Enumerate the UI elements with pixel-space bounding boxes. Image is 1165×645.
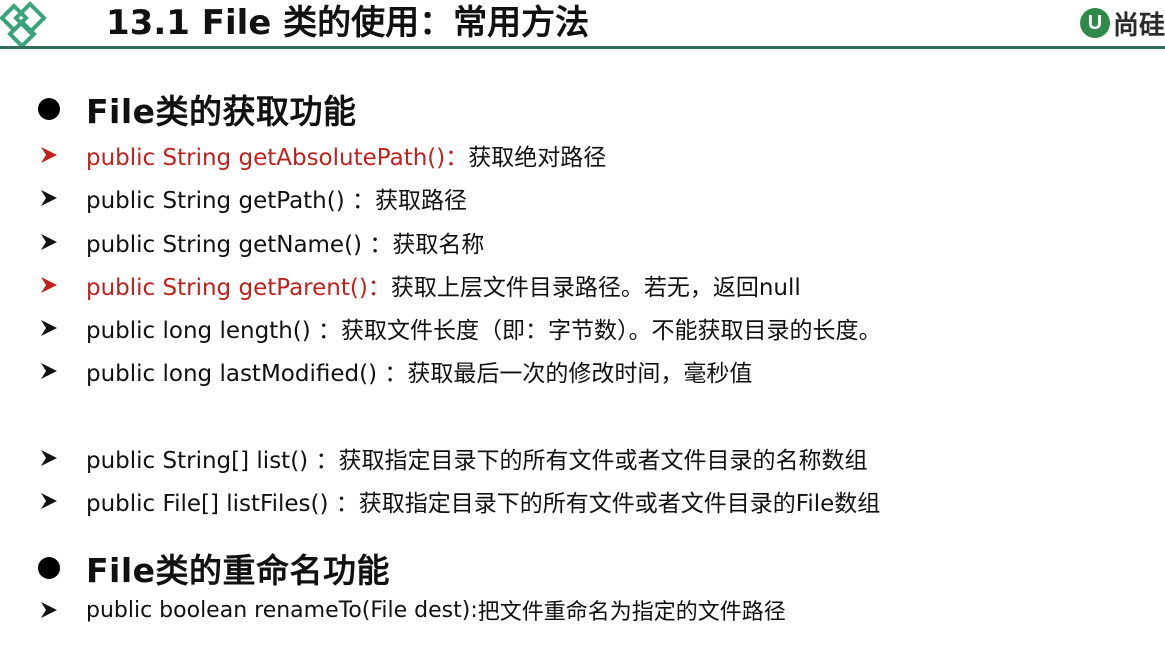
method-description: 获取绝对路径 xyxy=(468,145,607,171)
method-signature: public String getAbsolutePath()： xyxy=(86,145,469,171)
list-item: public String[] list() ： 获取指定目录下的所有文件或者文… xyxy=(40,440,867,476)
bullet-dot-icon xyxy=(38,98,60,120)
arrow-bullet-icon xyxy=(40,362,86,380)
arrow-bullet-icon xyxy=(40,276,86,294)
method-description: 获取路径 xyxy=(375,188,468,214)
arrow-bullet-icon xyxy=(40,233,86,251)
list-item: public boolean renameTo(File dest): 把文件重… xyxy=(40,592,786,628)
list-item: public File[] listFiles() ： 获取指定目录下的所有文件… xyxy=(40,483,880,519)
method-description: 获取最后一次的修改时间，毫秒值 xyxy=(407,361,753,387)
slide-header: 13.1 File 类的使用：常用方法 U 尚硅 xyxy=(0,0,1165,50)
method-signature: public File[] listFiles() ： xyxy=(86,491,359,517)
arrow-bullet-icon xyxy=(40,601,86,619)
method-signature: public String getName() ： xyxy=(86,232,393,258)
brand-badge-icon: U xyxy=(1079,8,1110,38)
method-description: 把文件重命名为指定的文件路径 xyxy=(477,600,786,625)
section-heading-label: File类的获取功能 xyxy=(86,92,357,131)
diamond-logo-icon xyxy=(0,1,47,49)
arrow-bullet-icon xyxy=(40,146,86,164)
slide-title: 13.1 File 类的使用：常用方法 xyxy=(106,3,590,43)
method-signature: public String getParent()： xyxy=(86,275,391,301)
list-item: public String getAbsolutePath()： 获取绝对路径 xyxy=(40,137,606,173)
arrow-bullet-icon xyxy=(40,319,86,337)
arrow-bullet-icon xyxy=(40,189,86,207)
method-signature: public boolean renameTo(File dest): xyxy=(86,597,478,623)
method-description: 获取上层文件目录路径。若无，返回null xyxy=(390,275,801,301)
list-item: public long length() ： 获取文件长度（即：字节数）。不能获… xyxy=(40,310,882,346)
brand-text: 尚硅 xyxy=(1112,10,1165,41)
header-divider xyxy=(0,46,1165,49)
section-heading-rename: File类的重命名功能 xyxy=(38,543,390,593)
list-item: public String getName() ： 获取名称 xyxy=(40,224,484,260)
list-item: public long lastModified() ： 获取最后一次的修改时间… xyxy=(40,353,752,389)
method-description: 获取文件长度（即：字节数）。不能获取目录的长度。 xyxy=(341,318,882,344)
brand-logo: U 尚硅 xyxy=(1079,4,1165,42)
method-signature: public String getPath() ： xyxy=(86,188,376,214)
method-description: 获取指定目录下的所有文件或者文件目录的名称数组 xyxy=(338,448,868,474)
method-description: 获取名称 xyxy=(392,232,485,258)
list-item: public String getPath() ： 获取路径 xyxy=(40,180,467,216)
method-description: 获取指定目录下的所有文件或者文件目录的File数组 xyxy=(358,491,881,517)
bullet-dot-icon xyxy=(38,557,60,579)
method-signature: public String[] list() ： xyxy=(86,448,339,474)
section-heading-label: File类的重命名功能 xyxy=(86,551,391,590)
arrow-bullet-icon xyxy=(40,492,86,510)
section-heading-get: File类的获取功能 xyxy=(38,84,357,134)
method-signature: public long length() ： xyxy=(86,318,342,344)
arrow-bullet-icon xyxy=(40,449,86,467)
list-item: public String getParent()： 获取上层文件目录路径。若无… xyxy=(40,267,801,303)
method-signature: public long lastModified() ： xyxy=(86,361,408,387)
